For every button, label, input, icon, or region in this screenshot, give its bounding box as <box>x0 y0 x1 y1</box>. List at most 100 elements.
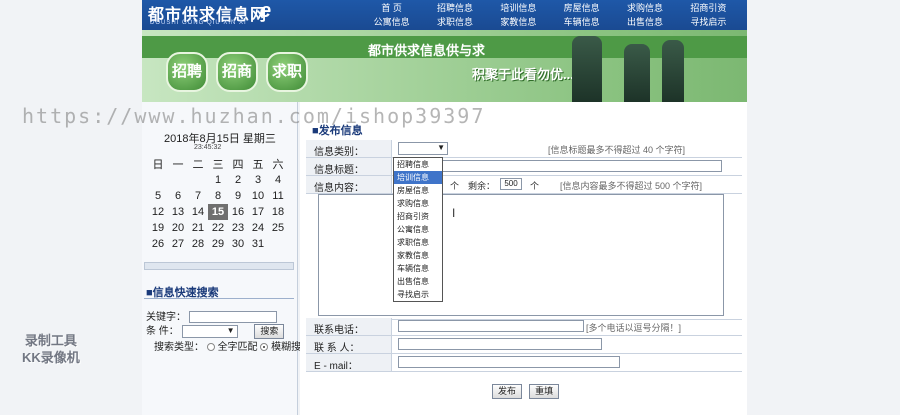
calendar-week-row: 19 20 21 22 23 24 25 <box>148 220 288 236</box>
calendar-day[interactable]: 10 <box>248 188 268 204</box>
calendar-day[interactable]: 4 <box>268 172 288 188</box>
nav-item-home[interactable]: 首 页 <box>360 2 423 14</box>
calendar-day[interactable]: 17 <box>248 204 268 220</box>
nav-item-investment[interactable]: 招商引资 <box>677 2 740 14</box>
calendar-day[interactable]: 16 <box>228 204 248 220</box>
calendar-day[interactable]: 27 <box>168 236 188 252</box>
title-length-hint: [信息标题最多不得超过 40 个字符] <box>548 145 686 155</box>
calendar-day[interactable]: 2 <box>228 172 248 188</box>
recorder-watermark-line: KK录像机 <box>22 350 80 365</box>
category-option[interactable]: 招商引资 <box>394 210 442 223</box>
top-nav: 首 页 招聘信息 培训信息 房屋信息 求购信息 招商引资 公寓信息 求职信息 家… <box>360 2 740 28</box>
contact-row: 联 系 人： <box>306 336 742 354</box>
banner-button-investment[interactable]: 招商 <box>216 52 258 92</box>
category-option[interactable]: 车辆信息 <box>394 262 442 275</box>
category-option[interactable]: 公寓信息 <box>394 223 442 236</box>
calendar-day[interactable]: 5 <box>148 188 168 204</box>
category-option[interactable]: 出售信息 <box>394 275 442 288</box>
nav-item-training[interactable]: 培训信息 <box>487 2 550 14</box>
calendar-time: 23:45:32 <box>194 144 222 151</box>
exact-match-label[interactable]: 全字匹配 <box>218 342 258 353</box>
calendar-day <box>168 172 188 188</box>
category-option[interactable]: 寻找启示 <box>394 288 442 301</box>
category-option[interactable]: 求购信息 <box>394 197 442 210</box>
category-row: 信息类别： ▼ [信息标题最多不得超过 40 个字符] <box>306 140 742 158</box>
banner-button-recruit[interactable]: 招聘 <box>166 52 208 92</box>
nav-item-recruit[interactable]: 招聘信息 <box>423 2 486 14</box>
category-option[interactable]: 招聘信息 <box>394 158 442 171</box>
calendar-week-row: 12 13 14 15 16 17 18 <box>148 204 288 220</box>
form-actions: 发布 重填 <box>492 384 560 399</box>
calendar-day[interactable]: 1 <box>208 172 228 188</box>
calendar-day[interactable]: 11 <box>268 188 288 204</box>
fuzzy-search-radio[interactable] <box>260 343 269 352</box>
banner-figure <box>624 44 650 102</box>
calendar-day[interactable]: 13 <box>168 204 188 220</box>
calendar-day[interactable]: 18 <box>268 204 288 220</box>
category-option[interactable]: 家教信息 <box>394 249 442 262</box>
banner-button-jobseek[interactable]: 求职 <box>266 52 308 92</box>
exact-match-radio[interactable] <box>206 343 215 352</box>
nav-item-sale[interactable]: 出售信息 <box>613 16 676 28</box>
calendar-week-row: 5 6 7 8 9 10 11 <box>148 188 288 204</box>
contact-input[interactable] <box>398 338 602 350</box>
calendar-day[interactable]: 20 <box>168 220 188 236</box>
phone-row: 联系电话： [多个电话以逗号分隔！] <box>306 318 742 336</box>
calendar-week-row: 26 27 28 29 30 31 <box>148 236 288 252</box>
phone-input[interactable] <box>398 320 584 332</box>
calendar-day[interactable]: 3 <box>248 172 268 188</box>
calendar-day[interactable]: 31 <box>248 236 268 252</box>
calendar-footer-bar <box>144 262 294 270</box>
nav-item-vehicle[interactable]: 车辆信息 <box>550 16 613 28</box>
calendar-day[interactable]: 30 <box>228 236 248 252</box>
calendar-day[interactable]: 23 <box>228 220 248 236</box>
nav-item-housing[interactable]: 房屋信息 <box>550 2 613 14</box>
page: 都市供求信息网 e DOUSHI GONG QIU XIN XI 首 页 招聘信… <box>0 0 900 415</box>
nav-item-apartment[interactable]: 公寓信息 <box>360 16 423 28</box>
email-input[interactable] <box>398 356 620 368</box>
category-dropdown-list: 招聘信息 培训信息 房屋信息 求购信息 招商引资 公寓信息 求职信息 家教信息 车辆信息 出售信息… <box>393 157 443 302</box>
content-textarea[interactable] <box>318 194 724 316</box>
calendar-day[interactable]: 21 <box>188 220 208 236</box>
counter-remaining-label: 剩余： <box>468 181 496 191</box>
calendar-day[interactable]: 22 <box>208 220 228 236</box>
calendar-day[interactable]: 19 <box>148 220 168 236</box>
category-option[interactable]: 培训信息 <box>394 171 442 184</box>
category-select[interactable]: ▼ <box>398 142 448 155</box>
weekday-header: 日 <box>152 159 164 171</box>
nav-item-tutor[interactable]: 家教信息 <box>487 16 550 28</box>
search-type-row: 搜索类型： 全字匹配 模糊搜索 <box>154 338 311 353</box>
calendar-day-today[interactable]: 15 <box>208 204 228 220</box>
category-option[interactable]: 求职信息 <box>394 236 442 249</box>
calendar-day[interactable]: 6 <box>168 188 188 204</box>
calendar-day[interactable]: 25 <box>268 220 288 236</box>
counter-unit: 个 <box>530 181 540 191</box>
calendar-day[interactable]: 28 <box>188 236 208 252</box>
search-type-label: 搜索类型： <box>154 342 204 353</box>
url-watermark: https://www.huzhan.com/ishop39397 <box>22 104 486 128</box>
heading-row: 信息标题： <box>306 158 742 176</box>
calendar-day[interactable]: 29 <box>208 236 228 252</box>
search-button[interactable]: 搜索 <box>254 323 285 339</box>
calendar-day[interactable]: 7 <box>188 188 208 204</box>
calendar-day[interactable]: 9 <box>228 188 248 204</box>
calendar-day[interactable]: 14 <box>188 204 208 220</box>
weekday-header: 五 <box>252 159 264 171</box>
calendar-day <box>148 172 168 188</box>
nav-item-jobseek[interactable]: 求职信息 <box>423 16 486 28</box>
calendar-day[interactable]: 12 <box>148 204 168 220</box>
weekday-header: 三 <box>212 159 224 171</box>
calendar-day[interactable]: 24 <box>248 220 268 236</box>
nav-item-lost-found[interactable]: 寻找启示 <box>677 16 740 28</box>
category-option[interactable]: 房屋信息 <box>394 184 442 197</box>
weekday-header: 六 <box>272 159 284 171</box>
condition-select[interactable]: ▼ <box>181 324 238 338</box>
heading-input[interactable] <box>398 160 722 172</box>
calendar-day[interactable]: 8 <box>208 188 228 204</box>
reset-button[interactable]: 重填 <box>529 384 560 399</box>
submit-button[interactable]: 发布 <box>492 384 523 399</box>
heading-label: 信息标题： <box>314 165 364 176</box>
banner-slogan-2: 积聚于此看勿优...... <box>472 67 585 82</box>
calendar-day[interactable]: 26 <box>148 236 168 252</box>
nav-item-purchase[interactable]: 求购信息 <box>613 2 676 14</box>
